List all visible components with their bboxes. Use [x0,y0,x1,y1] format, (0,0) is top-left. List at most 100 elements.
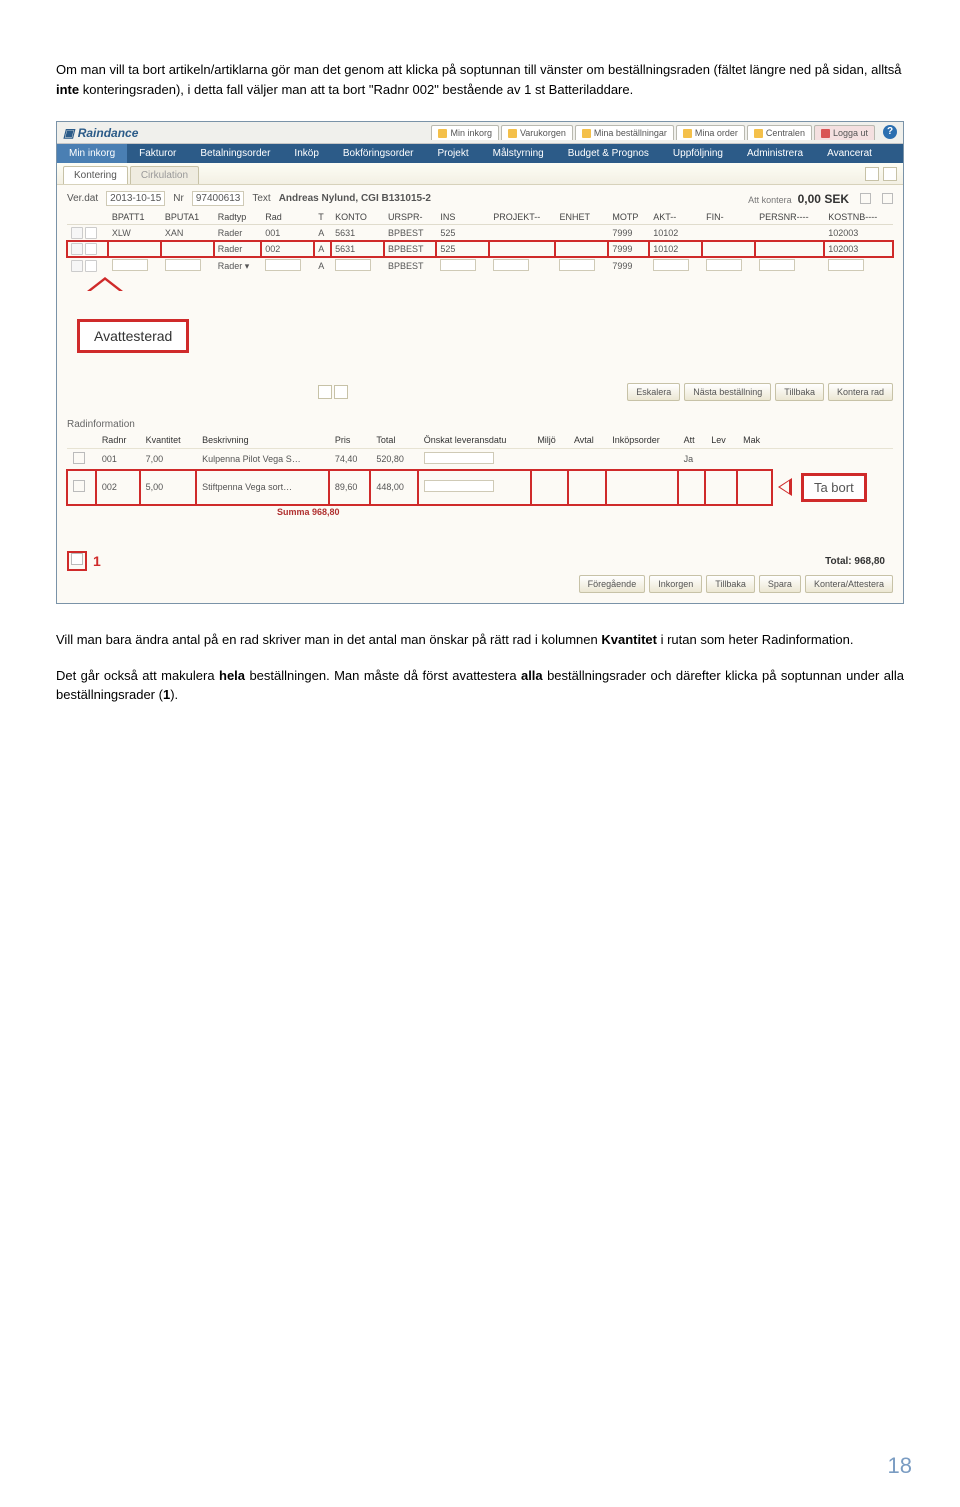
trash-icon[interactable] [71,243,83,255]
meta-icon-1[interactable] [860,193,871,204]
btn-inkorgen[interactable]: Inkorgen [649,575,702,593]
radinformation-table: Radnr Kvantitet Beskrivning Pris Total Ö… [67,432,893,505]
attk-label: Att kontera [748,195,792,205]
btn-spara[interactable]: Spara [759,575,801,593]
toplink-mina-order[interactable]: Mina order [676,125,745,140]
grid-cell [261,257,314,275]
nav-betalningsorder[interactable]: Betalningsorder [188,144,282,163]
trash-icon[interactable] [71,553,83,565]
rad-cell-kvantitet: 7,00 [140,449,196,470]
grid-row[interactable]: Rader ▾ABPBEST7999 [67,257,893,275]
mini-btn-1[interactable] [865,167,879,181]
outro-p1: Vill man bara ändra antal på en rad skri… [56,630,904,650]
help-icon[interactable]: ? [883,125,897,139]
grid-cell [702,241,755,257]
rad-cell [568,449,606,470]
page-prev[interactable] [318,385,332,399]
grid-input[interactable] [559,259,595,271]
trash-icon[interactable] [71,227,83,239]
grid-cell: 5631 [331,241,384,257]
radinformation-title: Radinformation [67,419,893,430]
rad-cell-total: 520,80 [370,449,417,470]
grid-input[interactable] [653,259,689,271]
nav-projekt[interactable]: Projekt [425,144,480,163]
grid-input[interactable] [335,259,371,271]
toplink-centralen[interactable]: Centralen [747,125,812,140]
grid-cell: 7999 [608,241,649,257]
grid-row[interactable]: XLWXANRader001A5631BPBEST525799910102102… [67,225,893,242]
grid-cell: 10102 [649,225,702,242]
leverans-input[interactable] [424,452,494,464]
grid-cell: 001 [261,225,314,242]
btn-kontera-attestera[interactable]: Kontera/Attestera [805,575,893,593]
outro-2d: alla [521,668,543,683]
text-label: Text [252,193,270,204]
grid-cell: 5631 [331,225,384,242]
rad-row[interactable]: 0025,00Stiftpenna Vega sort…89,60448,00T… [67,470,893,505]
page-number: 18 [888,1453,912,1479]
btn-eskalera[interactable]: Eskalera [627,383,680,401]
mini-btn-2[interactable] [883,167,897,181]
nav-min-inkorg[interactable]: Min inkorg [57,144,127,163]
toplink-min-inkorg[interactable]: Min inkorg [431,125,499,140]
trash-icon[interactable] [71,260,83,272]
grid-input[interactable] [112,259,148,271]
amount-value: 0,00 SEK [798,192,849,206]
nav-malstyrning[interactable]: Målstyrning [481,144,556,163]
grid-input[interactable] [706,259,742,271]
grid-cell [702,257,755,275]
trash-icon[interactable] [73,452,85,464]
toplink-label: Varukorgen [520,128,566,138]
grid-cell [824,257,893,275]
grid-cell [702,225,755,242]
verdat-label: Ver.dat [67,193,98,204]
rad-cell [737,449,772,470]
intro-text-2: konteringsraden), i detta fall väljer ma… [79,82,633,97]
toplink-mina-bestallningar[interactable]: Mina beställningar [575,125,674,140]
annotation-cell: Ta bort [772,470,893,505]
btn-tillbaka[interactable]: Tillbaka [775,383,824,401]
toplink-logga-ut[interactable]: Logga ut [814,125,875,140]
grid-cell [555,257,608,275]
outro-1a: Vill man bara ändra antal på en rad skri… [56,632,601,647]
nav-avancerat[interactable]: Avancerat [815,144,884,163]
nav-bokforingsorder[interactable]: Bokföringsorder [331,144,426,163]
grid-input[interactable] [493,259,529,271]
sub-tabs: Kontering Cirkulation [57,163,903,185]
page-next[interactable] [334,385,348,399]
nav-budget-prognos[interactable]: Budget & Prognos [556,144,661,163]
nav-administrera[interactable]: Administrera [735,144,815,163]
col-fin: FIN- [702,210,755,225]
grid-input[interactable] [440,259,476,271]
col-bpatt1: BPATT1 [108,210,161,225]
btn-nasta-bestallning[interactable]: Nästa beställning [684,383,771,401]
nav-inkop[interactable]: Inköp [282,144,330,163]
verdat-value: 2013-10-15 [106,191,165,206]
grid-cell [649,257,702,275]
row-status-icon [85,227,97,239]
btn-kontera-rad[interactable]: Kontera rad [828,383,893,401]
col-persnr: PERSNR---- [755,210,824,225]
grid-row[interactable]: Rader002A5631BPBEST525799910102102003 [67,241,893,257]
grid-input[interactable] [759,259,795,271]
btn-foregaende[interactable]: Föregående [579,575,646,593]
tab-cirkulation[interactable]: Cirkulation [130,166,199,184]
rad-row[interactable]: 0017,00Kulpenna Pilot Vega S…74,40520,80… [67,449,893,470]
grid-input[interactable] [165,259,201,271]
toplink-varukorgen[interactable]: Varukorgen [501,125,573,140]
col-t: T [314,210,331,225]
grid-input[interactable] [265,259,301,271]
annotation-cell [772,449,893,470]
grid-input[interactable] [828,259,864,271]
grid-cell [555,241,608,257]
tab-kontering[interactable]: Kontering [63,166,128,184]
grid-cell: 102003 [824,241,893,257]
btn-tillbaka-2[interactable]: Tillbaka [706,575,755,593]
leverans-input[interactable] [424,480,494,492]
mid-toolbar: Eskalera Nästa beställning Tillbaka Kont… [67,383,893,401]
meta-icon-2[interactable] [882,193,893,204]
nav-fakturor[interactable]: Fakturor [127,144,188,163]
nav-uppfoljning[interactable]: Uppföljning [661,144,735,163]
trash-icon[interactable] [73,480,85,492]
rad-cell [531,470,568,505]
